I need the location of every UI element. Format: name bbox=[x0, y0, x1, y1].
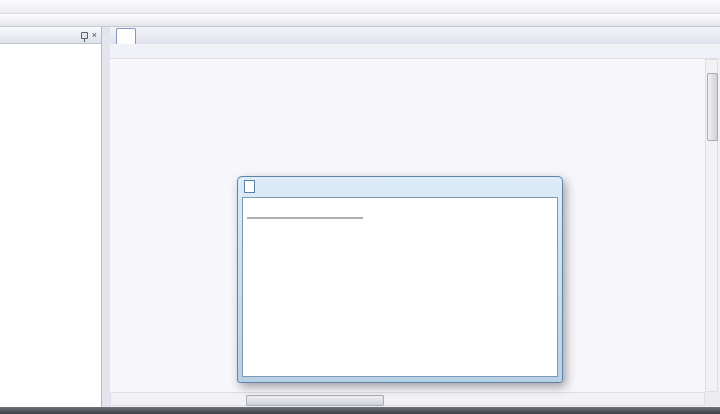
sidebar: × bbox=[0, 27, 102, 407]
horizontal-scroll-thumb[interactable] bbox=[246, 395, 384, 406]
splitter[interactable] bbox=[102, 27, 110, 407]
vertical-scrollbar[interactable] bbox=[705, 59, 718, 392]
taskbar-edge bbox=[0, 407, 720, 414]
dialog-client-area bbox=[242, 197, 558, 377]
vertical-scroll-thumb[interactable] bbox=[707, 73, 718, 141]
app-window: × bbox=[0, 0, 720, 414]
sidebar-header: × bbox=[0, 27, 101, 44]
horizontal-scrollbar[interactable] bbox=[110, 392, 705, 406]
main-toolbar bbox=[0, 14, 720, 27]
tab-orgchart[interactable] bbox=[116, 28, 136, 44]
dialog-company-info bbox=[237, 176, 563, 383]
menu-bar bbox=[0, 0, 720, 14]
tab-strip bbox=[110, 27, 720, 44]
scrollbar-corner bbox=[705, 392, 720, 406]
pin-icon[interactable] bbox=[80, 31, 88, 42]
company-property-grid bbox=[247, 217, 363, 219]
chart-toolbar bbox=[110, 44, 720, 59]
dialog-title-bar[interactable] bbox=[238, 177, 562, 196]
form-icon bbox=[244, 180, 255, 193]
dialog-tabs bbox=[243, 198, 557, 215]
nav-tree bbox=[0, 44, 101, 47]
close-icon[interactable]: × bbox=[92, 30, 97, 40]
